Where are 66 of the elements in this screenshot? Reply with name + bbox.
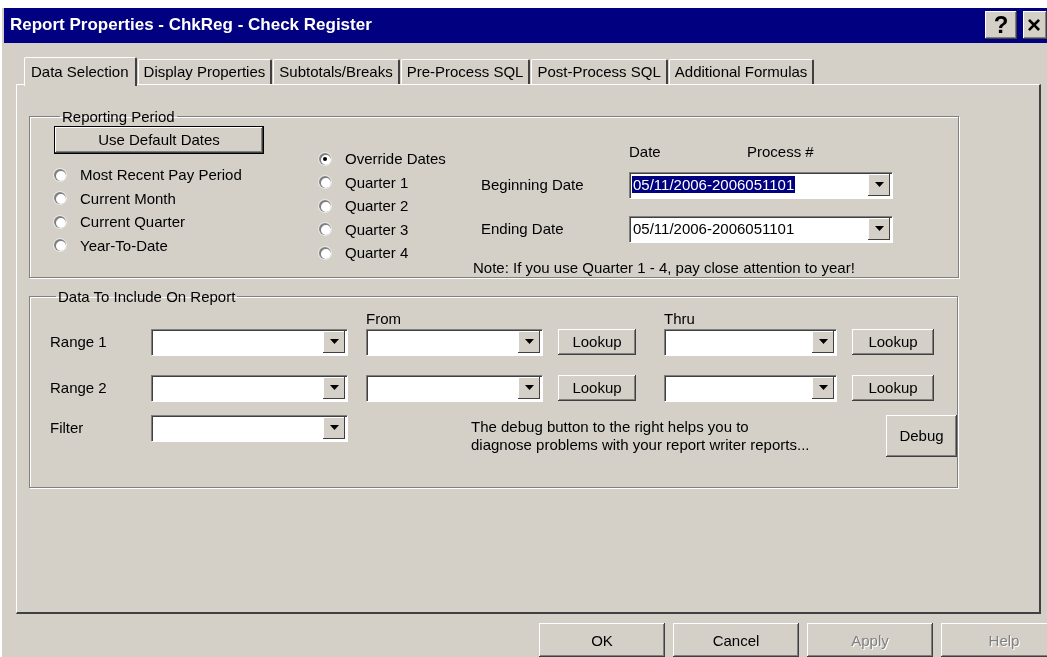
radio-button[interactable]	[54, 239, 66, 252]
field-label: Range 2	[50, 379, 107, 397]
date-dropdown[interactable]: 05/11/2006-2006051101	[629, 171, 892, 198]
dropdown-arrow-icon	[329, 425, 339, 431]
dropdown-arrow-icon	[329, 385, 339, 391]
group-title: Reporting Period	[61, 107, 176, 125]
dialog-button[interactable]: OK	[539, 623, 665, 657]
radio-label: Quarter 2	[345, 197, 409, 215]
dropdown-arrow-icon	[818, 385, 828, 391]
lookup-button[interactable]: Lookup	[558, 328, 636, 355]
dialog-button[interactable]: Cancel	[673, 623, 799, 657]
dropdown-arrow-icon	[524, 339, 534, 345]
radio-label: Quarter 3	[345, 220, 409, 238]
default-dates-button[interactable]: Use Default Dates	[55, 126, 263, 153]
tab[interactable]: Additional Formulas	[668, 58, 815, 84]
field-label: Range 1	[50, 333, 107, 351]
close-button[interactable]: ×	[1023, 11, 1047, 40]
tab[interactable]: Pre-Process SQL	[400, 58, 531, 84]
lookup-button[interactable]: Lookup	[852, 328, 934, 355]
column-header: Date	[629, 142, 662, 162]
range-dropdown[interactable]	[151, 328, 347, 355]
debug-note: The debug button to the right helps you to diagnose problems with your report writer reports...	[471, 417, 811, 454]
radio-button[interactable]	[54, 215, 66, 228]
thru-dropdown[interactable]	[664, 328, 836, 355]
tab[interactable]: Display Properties	[137, 58, 273, 84]
field-label: Beginning Date	[481, 176, 585, 194]
radio-button[interactable]	[54, 168, 66, 181]
radio-button[interactable]	[54, 192, 66, 205]
debug-button[interactable]: Debug	[886, 414, 957, 457]
range-dropdown[interactable]	[151, 374, 347, 401]
date-dropdown[interactable]: 05/11/2006-2006051101	[629, 215, 892, 242]
radio-button[interactable]	[319, 176, 331, 189]
radio-label: Current Quarter	[80, 213, 186, 231]
dropdown-arrow-icon	[874, 226, 884, 232]
radio-label: Current Month	[80, 189, 176, 207]
tab[interactable]: Data Selection	[24, 56, 137, 86]
dropdown-arrow-icon	[524, 385, 534, 391]
window-title: Report Properties - ChkReg - Check Register	[10, 15, 372, 36]
from-dropdown[interactable]	[366, 328, 542, 355]
from-dropdown[interactable]	[366, 374, 542, 401]
group-title: Data To Include On Report	[57, 287, 237, 305]
radio-button[interactable]	[319, 246, 331, 259]
column-header: From	[366, 310, 401, 328]
lookup-button[interactable]: Lookup	[558, 374, 636, 401]
dropdown-arrow-icon	[874, 182, 884, 188]
field-label: Filter	[50, 419, 84, 437]
lookup-button[interactable]: Lookup	[852, 374, 934, 401]
dropdown-arrow-icon	[329, 339, 339, 345]
note-text: Note: If you use Quarter 1 - 4, pay close attention to year!	[473, 258, 856, 276]
tab[interactable]: Post-Process SQL	[531, 58, 668, 84]
tab[interactable]: Subtotals/Breaks	[273, 58, 400, 84]
radio-label: Override Dates	[345, 150, 446, 168]
dropdown-arrow-icon	[818, 339, 828, 345]
radio-button[interactable]	[319, 199, 331, 212]
field-label: Ending Date	[481, 220, 565, 238]
radio-button[interactable]	[319, 152, 331, 165]
radio-label: Most Recent Pay Period	[80, 166, 242, 184]
column-header: Process #	[747, 142, 814, 162]
radio-button[interactable]	[319, 223, 331, 236]
column-header: Thru	[664, 310, 695, 328]
help-button[interactable]: ?	[985, 11, 1017, 40]
radio-label: Quarter 4	[345, 244, 409, 262]
thru-dropdown[interactable]	[664, 374, 836, 401]
radio-label: Year-To-Date	[80, 236, 168, 254]
radio-label: Quarter 1	[345, 173, 409, 191]
filter-dropdown[interactable]	[151, 414, 347, 441]
